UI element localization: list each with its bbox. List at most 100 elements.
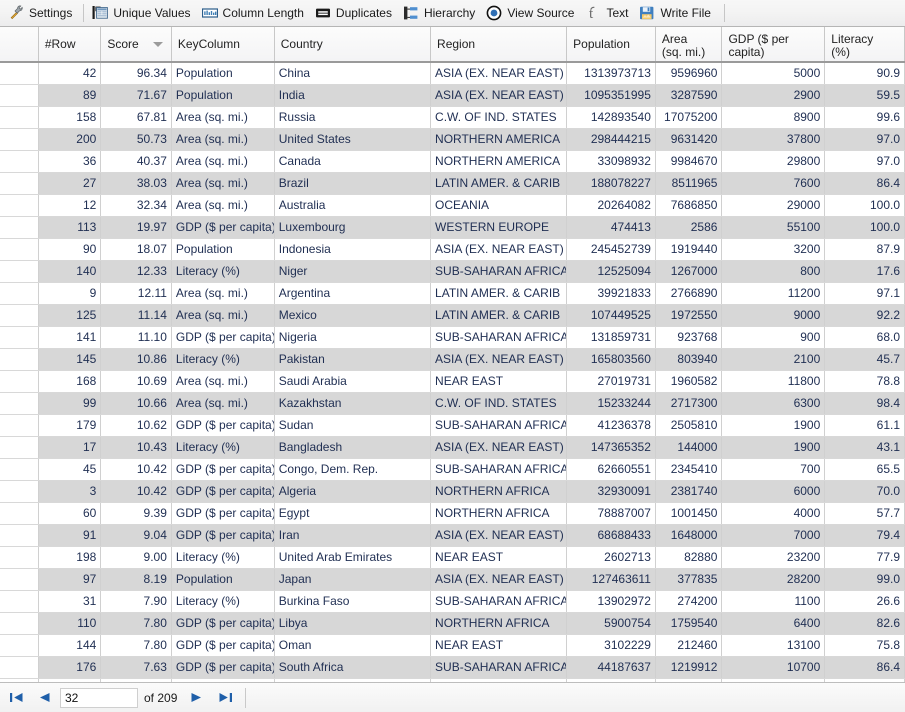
cell-population[interactable]: 474413 [567,216,656,238]
cell-row[interactable]: 200 [38,128,101,150]
row-selector-cell[interactable] [0,304,38,326]
table-row[interactable]: 912.11Area (sq. mi.)ArgentinaLATIN AMER.… [0,282,905,304]
cell-score[interactable]: 11.14 [101,304,172,326]
toolbar-button-write-file[interactable]: Write File [635,1,717,25]
table-row[interactable]: 11319.97GDP ($ per capita)LuxembourgWEST… [0,216,905,238]
cell-area[interactable]: 1972550 [655,304,722,326]
cell-literacy[interactable]: 43.1 [825,436,905,458]
cell-region[interactable]: ASIA (EX. NEAR EAST) [431,238,567,260]
cell-population[interactable]: 78887007 [567,502,656,524]
cell-literacy[interactable]: 82.6 [825,612,905,634]
cell-region[interactable]: NORTHERN AFRICA [431,502,567,524]
cell-row[interactable]: 140 [38,260,101,282]
cell-area[interactable]: 1960582 [655,370,722,392]
cell-row[interactable]: 125 [38,304,101,326]
cell-country[interactable]: Oman [274,634,430,656]
row-selector-cell[interactable] [0,392,38,414]
row-selector-cell[interactable] [0,502,38,524]
cell-population[interactable]: 107449525 [567,304,656,326]
cell-gdp[interactable]: 1900 [722,414,825,436]
cell-country[interactable]: Japan [274,568,430,590]
cell-area[interactable]: 923768 [655,326,722,348]
cell-keycolumn[interactable]: Area (sq. mi.) [171,392,274,414]
table-row[interactable]: 9910.66Area (sq. mi.)KazakhstanC.W. OF I… [0,392,905,414]
cell-score[interactable]: 32.34 [101,194,172,216]
row-selector-cell[interactable] [0,612,38,634]
toolbar-button-view-source[interactable]: View Source [482,1,581,25]
cell-score[interactable]: 7.63 [101,656,172,678]
cell-score[interactable]: 12.33 [101,260,172,282]
cell-area[interactable]: 9631420 [655,128,722,150]
cell-population[interactable]: 32930091 [567,480,656,502]
cell-population[interactable]: 5900754 [567,612,656,634]
cell-population[interactable]: 27019731 [567,370,656,392]
row-selector-cell[interactable] [0,546,38,568]
cell-keycolumn[interactable]: GDP ($ per capita) [171,458,274,480]
cell-literacy[interactable]: 68.0 [825,326,905,348]
cell-gdp[interactable]: 900 [722,326,825,348]
table-row[interactable]: 1710.43Literacy (%)BangladeshASIA (EX. N… [0,436,905,458]
cell-region[interactable]: NORTHERN AMERICA [431,128,567,150]
toolbar-button-column-length[interactable]: Column Length [198,1,311,25]
cell-keycolumn[interactable]: Area (sq. mi.) [171,128,274,150]
table-row[interactable]: 12511.14Area (sq. mi.)MexicoLATIN AMER. … [0,304,905,326]
cell-gdp[interactable]: 7000 [722,524,825,546]
cell-area[interactable]: 8511965 [655,172,722,194]
cell-row[interactable]: 3 [38,480,101,502]
cell-score[interactable]: 7.90 [101,590,172,612]
cell-population[interactable]: 147365352 [567,436,656,458]
cell-score[interactable]: 9.39 [101,502,172,524]
table-row[interactable]: 919.04GDP ($ per capita)IranASIA (EX. NE… [0,524,905,546]
cell-keycolumn[interactable]: Area (sq. mi.) [171,106,274,128]
last-page-button[interactable] [211,684,239,712]
row-selector-cell[interactable] [0,62,38,84]
table-row[interactable]: 317.90Literacy (%)Burkina FasoSUB-SAHARA… [0,590,905,612]
cell-score[interactable]: 12.11 [101,282,172,304]
cell-area[interactable]: 7686850 [655,194,722,216]
cell-region[interactable]: ASIA (EX. NEAR EAST) [431,84,567,106]
row-selector-cell[interactable] [0,568,38,590]
cell-literacy[interactable]: 90.9 [825,62,905,84]
cell-country[interactable]: Mexico [274,304,430,326]
cell-score[interactable]: 38.03 [101,172,172,194]
cell-row[interactable]: 176 [38,656,101,678]
column-header-country[interactable]: Country [274,27,430,62]
cell-country[interactable]: Luxembourg [274,216,430,238]
cell-region[interactable]: LATIN AMER. & CARIB [431,304,567,326]
cell-country[interactable]: China [274,62,430,84]
cell-gdp[interactable]: 55100 [722,216,825,238]
cell-keycolumn[interactable]: Literacy (%) [171,546,274,568]
cell-score[interactable]: 10.66 [101,392,172,414]
cell-score[interactable]: 7.80 [101,612,172,634]
table-row[interactable]: 15867.81Area (sq. mi.)RussiaC.W. OF IND.… [0,106,905,128]
table-row[interactable]: 14012.33Literacy (%)NigerSUB-SAHARAN AFR… [0,260,905,282]
cell-area[interactable]: 3287590 [655,84,722,106]
cell-region[interactable]: SUB-SAHARAN AFRICA [431,590,567,612]
cell-literacy[interactable]: 98.4 [825,392,905,414]
cell-row[interactable]: 31 [38,590,101,612]
table-row[interactable]: 4296.34PopulationChinaASIA (EX. NEAR EAS… [0,62,905,84]
cell-row[interactable]: 158 [38,106,101,128]
cell-literacy[interactable]: 77.9 [825,546,905,568]
cell-keycolumn[interactable]: Literacy (%) [171,260,274,282]
cell-row[interactable]: 91 [38,524,101,546]
cell-country[interactable]: Congo, Dem. Rep. [274,458,430,480]
column-header-gdp[interactable]: GDP ($ per capita) [722,27,825,62]
cell-population[interactable]: 68688433 [567,524,656,546]
cell-area[interactable]: 17075200 [655,106,722,128]
cell-row[interactable]: 60 [38,502,101,524]
cell-area[interactable]: 2586 [655,216,722,238]
cell-country[interactable]: Algeria [274,480,430,502]
next-page-button[interactable] [183,684,211,712]
cell-score[interactable]: 40.37 [101,150,172,172]
cell-area[interactable]: 274200 [655,590,722,612]
toolbar-button-duplicates[interactable]: Duplicates [311,1,399,25]
cell-keycolumn[interactable]: GDP ($ per capita) [171,326,274,348]
cell-population[interactable]: 12525094 [567,260,656,282]
table-row[interactable]: 4510.42GDP ($ per capita)Congo, Dem. Rep… [0,458,905,480]
cell-country[interactable]: Kazakhstan [274,392,430,414]
row-selector-cell[interactable] [0,524,38,546]
table-row[interactable]: 14510.86Literacy (%)PakistanASIA (EX. NE… [0,348,905,370]
cell-gdp[interactable]: 1100 [722,590,825,612]
cell-literacy[interactable]: 97.1 [825,282,905,304]
